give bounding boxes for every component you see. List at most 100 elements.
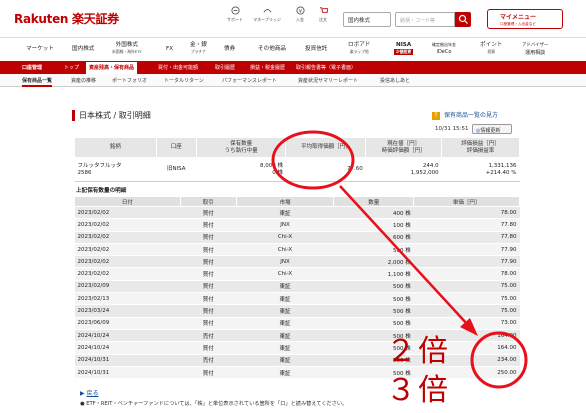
nav-market[interactable]: マーケット	[26, 46, 54, 53]
trade-type: 買付	[180, 341, 237, 355]
nav-other-products[interactable]: その他商品	[258, 46, 286, 53]
trade-type: 買付	[180, 366, 237, 380]
account-menu-top[interactable]: トップ	[64, 64, 79, 71]
mymenu-sublabel: 口座管理・入出金など	[500, 22, 536, 26]
trade-market: Chi-X	[236, 267, 334, 281]
trade-type: 売付	[180, 354, 237, 367]
footnote: ● ETF・REIT・ベンチャーファンドについては、「株」と単位表示されている箇…	[80, 400, 347, 407]
table-row: 2023/06/09 買付 東証 500 株 73.00	[74, 317, 520, 330]
trade-market: 東証	[236, 329, 334, 343]
col-header-unit-price: 単価［円］	[413, 196, 520, 207]
trade-date: 2024/10/31	[74, 366, 181, 380]
col-header-avg-price: 平均取得価額［円］	[285, 137, 367, 158]
subnav-asset-trend[interactable]: 資産の推移	[71, 77, 96, 84]
help-link-label: 保有商品一覧の見方	[444, 112, 499, 119]
holding-qty: 8,000 株	[259, 163, 283, 169]
trade-qty: 1,100 株	[333, 267, 414, 281]
account-menu-title: 口座管理	[22, 65, 43, 71]
trade-date: 2024/10/31	[74, 354, 181, 367]
trade-date: 2023/02/09	[74, 280, 181, 294]
search-input[interactable]: 銘柄・コード等	[395, 12, 455, 27]
trade-type: 買付	[180, 304, 237, 318]
trade-date: 2023/03/24	[74, 304, 181, 318]
table-row: 2023/02/09 買付 東証 500 株 75.00	[74, 280, 520, 294]
trade-qty: 500 株	[333, 243, 414, 257]
mymenu-label: マイメニュー	[500, 14, 537, 21]
nav-ideco[interactable]: 確定拠出年金 iDeCo	[432, 42, 456, 55]
nav-advisor[interactable]: アドバイザー 運用相談	[522, 42, 548, 56]
order-label: 注文	[319, 17, 327, 22]
trade-date: 2023/02/02	[74, 206, 181, 220]
nav-fx[interactable]: FX	[166, 46, 173, 53]
top-header: Rakuten 楽天証券 サポート マネーブリッジ ¥ 入金 注文 国内株式 銘…	[0, 0, 586, 36]
help-icon: ?	[432, 111, 440, 120]
account-menu-history[interactable]: 取引履歴	[215, 64, 235, 71]
subnav-holdings-list[interactable]: 保有商品一覧	[22, 77, 53, 87]
nav-roboad[interactable]: ロボアド 楽ラップ他	[348, 42, 370, 55]
search-button[interactable]	[455, 12, 471, 27]
account-menu-reports[interactable]: 取引報告書等（電子書面）	[296, 64, 356, 71]
account-menu-holdings[interactable]: 資産残高・保有商品	[86, 62, 138, 74]
timestamp: 10/31 15:51	[435, 126, 469, 132]
trade-type: 買付	[180, 292, 237, 306]
trade-qty: 2,000 株	[333, 255, 414, 269]
subnav-fund-footprint[interactable]: 投信あしあと	[380, 77, 410, 84]
account-menu-tax[interactable]: 損益・税金履歴	[250, 64, 285, 71]
subnav-asset-summary[interactable]: 資産状況サマリーレポート	[298, 77, 358, 84]
main-nav: マーケット 国内株式 外国株式 米国株・海外ETF FX 金・銀 プラチナ 債券 そ…	[0, 37, 586, 61]
trade-market: 東証	[236, 304, 334, 318]
rakuten-logo[interactable]: Rakuten 楽天証券	[14, 10, 119, 27]
trade-market: JNX	[236, 255, 334, 269]
nav-foreign-stocks[interactable]: 外国株式 米国株・海外ETF	[112, 42, 142, 55]
col-header-pl: 評価損益［円］ 評価損益率	[441, 137, 520, 158]
trade-date: 2023/02/02	[74, 255, 181, 269]
trade-type: 買付	[180, 231, 237, 244]
help-link[interactable]: ? 保有商品一覧の見方	[432, 110, 498, 120]
stock-code: 2586	[77, 169, 92, 176]
order-button[interactable]: 注文	[306, 6, 340, 23]
nav-bonds[interactable]: 債券	[224, 46, 235, 53]
trade-market: Chi-X	[236, 231, 334, 244]
nav-nisa[interactable]: NISA 少額投資	[394, 42, 414, 55]
back-icon: ▶	[80, 390, 85, 397]
back-link[interactable]: ▶ 戻る	[80, 388, 99, 397]
table-row: 2023/02/13 買付 東証 500 株 75.00	[74, 292, 520, 306]
trade-unit-price: 75.00	[413, 280, 520, 294]
trade-market: 東証	[236, 341, 334, 355]
search-category-select[interactable]: 国内株式	[343, 12, 391, 27]
trade-details-table: 日付 取引 市場 数量 単価［円］ 2023/02/02 買付 東証 400 株 78.…	[74, 196, 520, 380]
money-bridge-label: マネーブリッジ	[253, 17, 281, 22]
trade-date: 2024/10/24	[74, 329, 181, 343]
market-value: 1,952,000	[410, 169, 439, 176]
col-header-account: 口座	[155, 137, 197, 158]
trade-unit-price: 75.00	[413, 292, 520, 306]
support-button[interactable]: サポート	[218, 6, 252, 23]
trade-market: 東証	[236, 280, 334, 294]
table-row: 2023/02/02 買付 Chi-X 600 株 77.80	[74, 231, 520, 244]
money-bridge-icon	[263, 9, 271, 13]
nav-funds[interactable]: 投資信託	[305, 46, 327, 53]
trade-date: 2023/06/09	[74, 317, 181, 330]
account-menu-buying-power[interactable]: 買付・出金可能額	[158, 64, 198, 71]
holding-row: フルッタフルッタ 2586 旧NISA 8,000 株0 株 77.60 244.…	[74, 157, 520, 182]
refresh-button[interactable]: ◎情報更新	[472, 124, 512, 134]
subnav-total-return[interactable]: トータルリターン	[164, 77, 204, 84]
nav-points[interactable]: ポイント 投資	[480, 42, 502, 55]
trade-date: 2023/02/02	[74, 267, 181, 281]
nav-domestic-stocks[interactable]: 国内株式	[72, 46, 94, 53]
page-title: 日本株式 / 取引明細	[72, 110, 151, 121]
mymenu-button[interactable]: マイメニュー 口座管理・入出金など	[487, 9, 563, 29]
footnote-text: ETF・REIT・ベンチャーファンドについては、「株」と単位表示されている箇所を…	[86, 401, 348, 407]
trade-type: 買付	[180, 218, 237, 232]
holdings-subnav: 保有商品一覧 資産の推移 ポートフォリオ トータルリターン パフォーマンスレポー…	[0, 74, 586, 87]
money-bridge-button[interactable]: マネーブリッジ	[250, 6, 284, 23]
trade-type: 買付	[180, 317, 237, 330]
trade-market: Chi-X	[236, 243, 334, 257]
col-header-name: 銘柄	[74, 137, 157, 158]
trade-qty: 500 株	[333, 304, 414, 318]
annotation-label-2x: ２倍	[386, 334, 450, 369]
nav-gold[interactable]: 金・銀 プラチナ	[190, 42, 207, 55]
subnav-performance-report[interactable]: パフォーマンスレポート	[222, 77, 277, 84]
subnav-portfolio[interactable]: ポートフォリオ	[112, 77, 147, 84]
trade-type: 買付	[180, 267, 237, 281]
